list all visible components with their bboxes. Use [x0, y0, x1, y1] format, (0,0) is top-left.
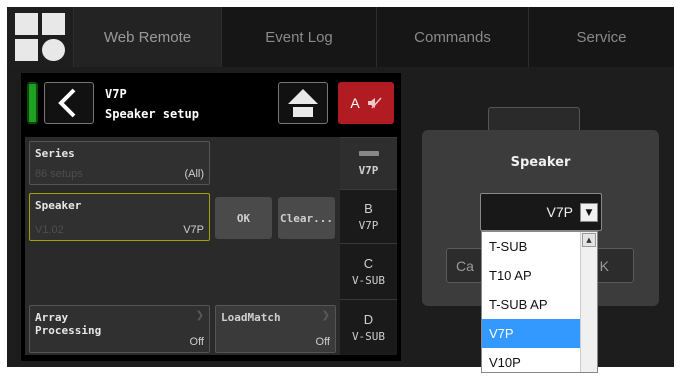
channel-d-letter: D: [363, 312, 374, 327]
array-processing-value: Off: [189, 336, 204, 348]
channel-d[interactable]: D V-SUB: [340, 299, 397, 355]
back-arrow-icon: [58, 88, 76, 118]
tab-event-log[interactable]: Event Log: [222, 7, 377, 67]
dropdown-option[interactable]: T10 AP: [482, 261, 581, 290]
array-processing-title: Array Processing: [35, 311, 102, 337]
channel-b[interactable]: B V7P: [340, 189, 397, 243]
remote-device-frame: V7P Speaker setup A Series 86 setups (Al…: [21, 73, 401, 361]
dropdown-items: T-SUB T10 AP T-SUB AP V7P V10P: [482, 232, 581, 377]
dropdown-option-selected[interactable]: V7P: [482, 319, 581, 348]
tab-service[interactable]: Service: [529, 7, 674, 67]
channel-a-model: V7P: [358, 163, 379, 177]
chevron-right-icon: ❯: [321, 310, 330, 321]
clear-button[interactable]: Clear...: [278, 197, 335, 239]
series-field[interactable]: Series 86 setups (All): [29, 141, 210, 185]
status-led: [27, 82, 38, 124]
loadmatch-title: LoadMatch: [221, 311, 281, 324]
series-value: (All): [184, 168, 204, 180]
speaker-version: V1.02: [35, 224, 64, 236]
speaker-select[interactable]: V7P ▼: [480, 193, 602, 231]
series-title: Series: [35, 147, 75, 160]
speaker-dropdown-list: T-SUB T10 AP T-SUB AP V7P V10P ▲: [481, 231, 598, 373]
home-icon: [288, 89, 318, 117]
back-button[interactable]: [44, 82, 94, 124]
channel-b-model: V7P: [358, 219, 379, 232]
array-processing-field[interactable]: Array Processing ❯ Off: [29, 305, 210, 353]
channel-c-model: V-SUB: [351, 274, 386, 287]
scroll-up-icon[interactable]: ▲: [582, 233, 596, 247]
parameter-grid: Series 86 setups (All) Speaker V1.02 V7P…: [25, 137, 397, 355]
mute-button[interactable]: A: [338, 82, 394, 124]
channel-a-indicator: [358, 150, 379, 156]
channel-c-letter: C: [363, 256, 374, 271]
mute-speaker-icon: [367, 97, 382, 109]
app-window: Web Remote Event Log Commands Service V7…: [0, 0, 681, 373]
ok-button[interactable]: OK: [215, 197, 272, 239]
channel-d-model: V-SUB: [351, 330, 386, 343]
speaker-field[interactable]: Speaker V1.02 V7P: [29, 193, 210, 241]
home-button[interactable]: [278, 82, 328, 124]
loadmatch-value: Off: [315, 336, 330, 348]
dialog-title: Speaker: [510, 155, 571, 170]
speaker-select-value: V7P: [546, 204, 573, 220]
dropdown-option[interactable]: T-SUB AP: [482, 290, 581, 319]
device-subtitle: Speaker setup: [105, 107, 199, 121]
channel-a[interactable]: V7P: [340, 137, 397, 189]
dropdown-arrow-icon[interactable]: ▼: [580, 203, 598, 222]
speaker-title: Speaker: [35, 199, 82, 212]
tab-web-remote[interactable]: Web Remote: [74, 7, 222, 67]
series-setups-count: 86 setups: [35, 168, 83, 180]
channel-c[interactable]: C V-SUB: [340, 243, 397, 299]
loadmatch-field[interactable]: LoadMatch ❯ Off: [215, 305, 336, 353]
channel-b-letter: B: [364, 201, 373, 216]
speaker-value: V7P: [183, 224, 204, 236]
top-navigation: Web Remote Event Log Commands Service: [7, 7, 674, 67]
chevron-right-icon: ❯: [195, 310, 204, 321]
logo-icon[interactable]: [7, 7, 74, 67]
dropdown-scrollbar[interactable]: ▲: [580, 232, 597, 372]
mute-channel-label: A: [350, 95, 360, 111]
tab-commands[interactable]: Commands: [377, 7, 529, 67]
device-name: V7P: [105, 87, 127, 101]
dropdown-option[interactable]: T-SUB: [482, 232, 581, 261]
